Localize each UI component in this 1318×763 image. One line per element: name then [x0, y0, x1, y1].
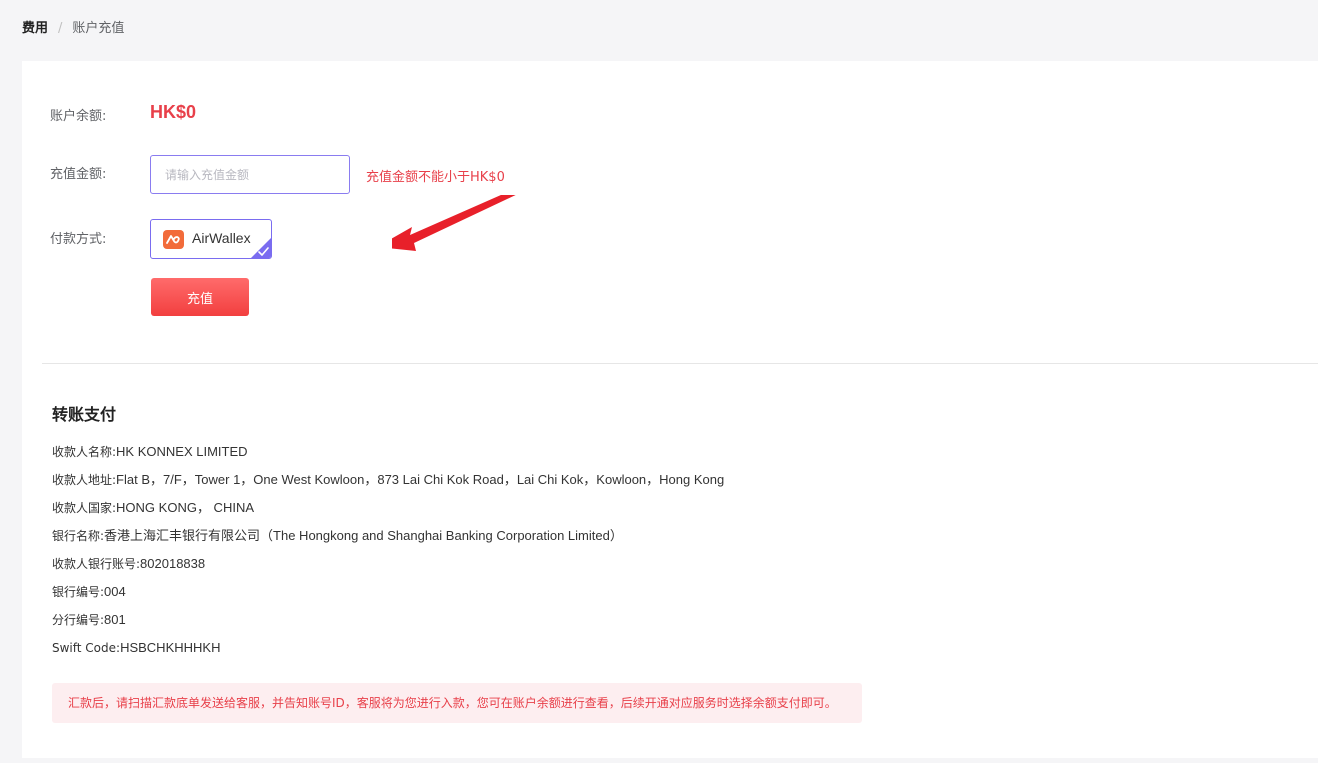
- info-value: HSBCHKHHHKH: [120, 640, 221, 655]
- info-label: 收款人银行账号:: [52, 557, 141, 571]
- info-value: HONG KONG， CHINA: [116, 500, 255, 515]
- info-label: 银行编号:: [52, 585, 105, 599]
- recharge-page: 费用 / 账户充值 账户余额: HK$0 充值金额: 充值金额不能小于HK$0 付款…: [0, 0, 1318, 763]
- info-label: 收款人地址:: [52, 473, 117, 487]
- info-value: 香港上海汇丰银行有限公司（The Hongkong and Shanghai B…: [104, 528, 623, 543]
- info-label: 收款人名称:: [52, 445, 117, 459]
- bank-name-line: 银行名称:香港上海汇丰银行有限公司（The Hongkong and Shang…: [52, 528, 623, 544]
- amount-label: 充值金额:: [50, 167, 107, 182]
- amount-hint: 充值金额不能小于HK$0: [366, 170, 505, 185]
- info-value: 802018838: [140, 556, 206, 571]
- amount-input[interactable]: [150, 155, 350, 194]
- info-label: 收款人国家:: [52, 501, 117, 515]
- info-label: 银行名称:: [52, 529, 105, 543]
- check-icon: [258, 247, 269, 256]
- account-number-line: 收款人银行账号:802018838: [52, 556, 205, 572]
- payee-country-line: 收款人国家:HONG KONG， CHINA: [52, 500, 254, 516]
- recharge-button[interactable]: 充值: [151, 278, 249, 316]
- info-value: 801: [104, 612, 126, 627]
- swift-code-line: Swift Code:HSBCHKHHHKH: [52, 640, 220, 656]
- annotation-arrow-icon: [392, 195, 516, 251]
- balance-label: 账户余额:: [50, 109, 107, 124]
- payment-option-label: AirWallex: [192, 230, 251, 246]
- breadcrumb-separator: /: [58, 21, 63, 36]
- info-value: HK KONNEX LIMITED: [116, 444, 248, 459]
- section-divider: [42, 363, 1318, 364]
- payee-address-line: 收款人地址:Flat B，7/F，Tower 1，One West Kowloo…: [52, 472, 724, 488]
- bank-code-line: 银行编号:004: [52, 584, 126, 600]
- transfer-title: 转账支付: [52, 405, 117, 424]
- branch-code-line: 分行编号:801: [52, 612, 126, 628]
- payee-name-line: 收款人名称:HK KONNEX LIMITED: [52, 444, 248, 460]
- info-label: Swift Code:: [52, 641, 121, 655]
- transfer-notice: 汇款后，请扫描汇款底单发送给客服，并告知账号ID，客服将为您进行入款，您可在账户…: [52, 683, 862, 723]
- payment-label: 付款方式:: [50, 232, 107, 247]
- breadcrumb-root[interactable]: 费用: [22, 21, 48, 36]
- breadcrumb-current: 账户充值: [72, 21, 125, 36]
- info-value: Flat B，7/F，Tower 1，One West Kowloon，873 …: [116, 472, 725, 487]
- payment-option-airwallex[interactable]: AirWallex: [150, 219, 272, 259]
- balance-value: HK$0: [150, 102, 197, 122]
- airwallex-logo-icon: [163, 230, 184, 249]
- info-label: 分行编号:: [52, 613, 105, 627]
- recharge-card: 账户余额: HK$0 充值金额: 充值金额不能小于HK$0 付款方式: AirW…: [22, 61, 1318, 758]
- info-value: 004: [104, 584, 126, 599]
- breadcrumb: 费用 / 账户充值: [22, 20, 124, 38]
